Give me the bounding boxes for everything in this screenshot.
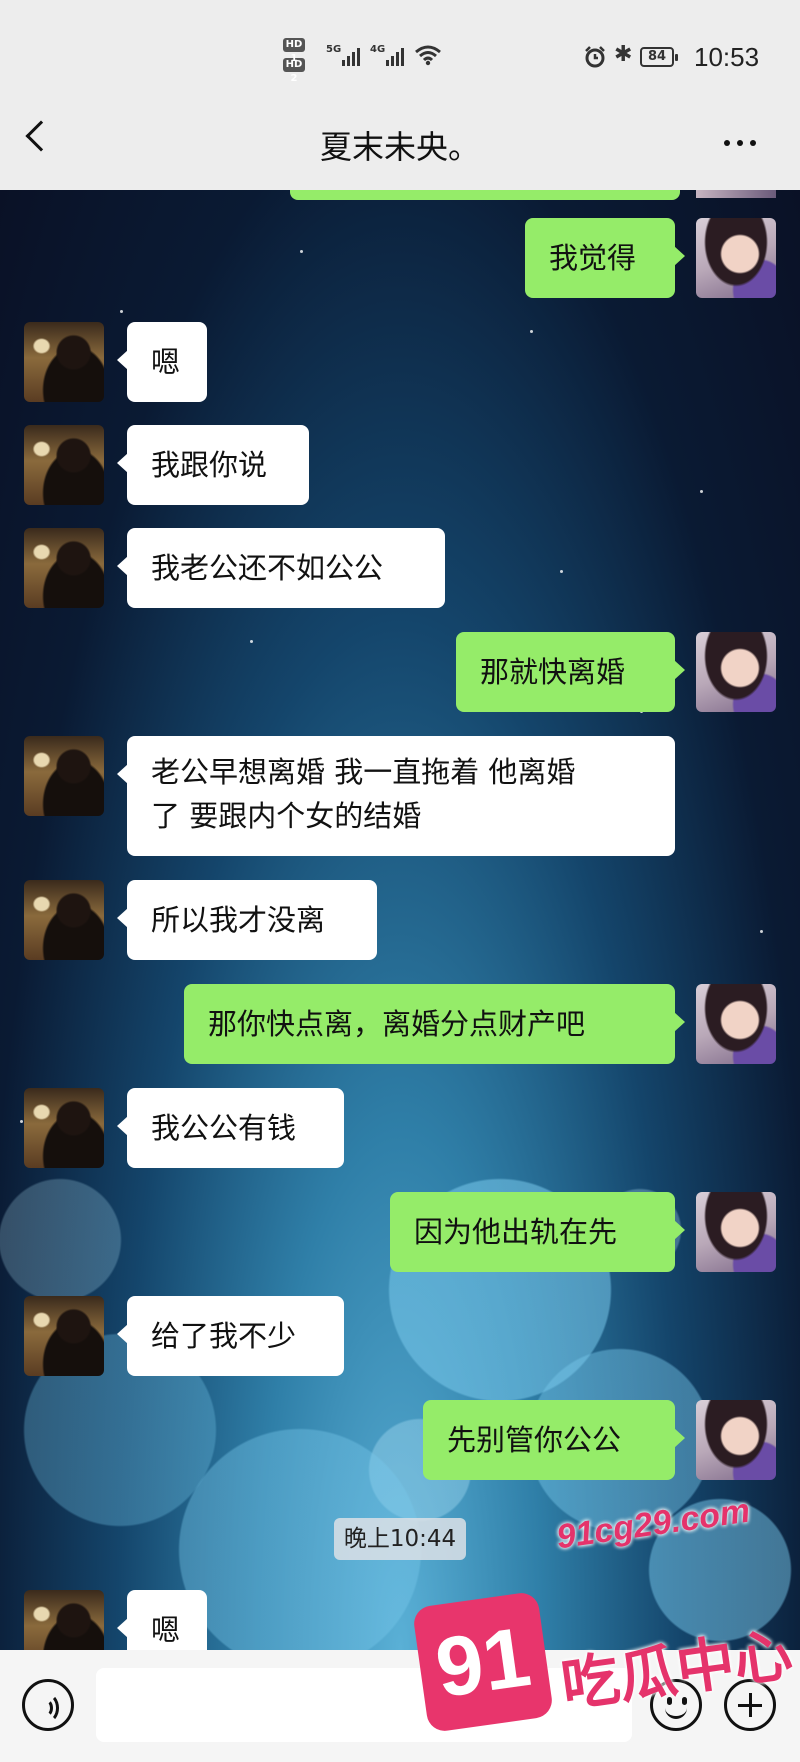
voice-icon[interactable] [22, 1679, 74, 1731]
received-message-bubble[interactable]: 给了我不少 [117, 1296, 344, 1376]
chat-header: 夏末未央。 [0, 96, 800, 190]
received-message-bubble[interactable]: 我老公还不如公公 [117, 528, 445, 608]
sent-message-bubble[interactable]: 因为他出轨在先 [390, 1192, 685, 1272]
signal-5g-icon: 5G [326, 44, 362, 66]
alarm-icon [585, 46, 605, 68]
battery-icon: 84 [640, 47, 678, 67]
received-message-bubble[interactable]: 嗯 [117, 322, 207, 402]
avatar[interactable] [24, 1088, 104, 1168]
sent-message-bubble[interactable]: 那就快离婚 [456, 632, 685, 712]
sim-indicators: HD 1 HD 2 [283, 38, 305, 84]
bluetooth-icon: ✱ [614, 42, 633, 67]
avatar[interactable] [696, 1400, 776, 1480]
status-time: 10:53 [694, 42, 760, 72]
more-dots-icon[interactable] [724, 140, 756, 146]
sim1-badge: HD 1 [283, 38, 305, 64]
received-message-bubble[interactable]: 所以我才没离 [117, 880, 377, 960]
chat-screen: HD 1 HD 2 5G 4G ✱ 84 10:53 夏末未央。 [0, 0, 800, 1762]
chat-title: 夏末未央。 [319, 128, 480, 166]
partial-message-bubble [290, 190, 680, 200]
watermark-badge: 91 [411, 1590, 555, 1734]
received-message-bubble[interactable]: 我跟你说 [117, 425, 309, 505]
avatar[interactable] [696, 1192, 776, 1272]
watermark: 91cg29.com 91 吃瓜中心 [411, 1492, 800, 1745]
message-line: 了 要跟内个女的结婚 [151, 799, 422, 833]
received-message-bubble[interactable]: 老公早想离婚 我一直拖着 他离婚 了 要跟内个女的结婚 [117, 736, 675, 856]
avatar[interactable] [24, 528, 104, 608]
avatar[interactable] [24, 880, 104, 960]
avatar[interactable] [696, 984, 776, 1064]
chat-messages[interactable]: 我觉得 嗯 我跟你说 我老公还不如公公 那就快离婚 老公早想离婚 我一直拖着 他… [0, 190, 800, 1650]
received-message-bubble[interactable]: 嗯 [117, 1590, 207, 1650]
partial-avatar [696, 190, 776, 198]
status-bar: HD 1 HD 2 5G 4G ✱ 84 10:53 [0, 0, 800, 96]
signal-4g-icon: 4G [370, 44, 406, 66]
avatar[interactable] [696, 218, 776, 298]
avatar[interactable] [696, 632, 776, 712]
wifi-icon [415, 45, 441, 66]
avatar[interactable] [24, 322, 104, 402]
avatar[interactable] [24, 1590, 104, 1650]
avatar[interactable] [24, 736, 104, 816]
sent-message-bubble[interactable]: 我觉得 [525, 218, 685, 298]
sent-message-bubble[interactable]: 那你快点离，离婚分点财产吧 [184, 984, 685, 1064]
avatar[interactable] [24, 425, 104, 505]
sim2-badge: HD 2 [283, 58, 305, 84]
message-line: 老公早想离婚 我一直拖着 他离婚 [151, 755, 576, 789]
sent-message-bubble[interactable]: 先别管你公公 [423, 1400, 685, 1480]
avatar[interactable] [24, 1296, 104, 1376]
watermark-name: 吃瓜中心 [557, 1620, 797, 1720]
received-message-bubble[interactable]: 我公公有钱 [117, 1088, 344, 1168]
